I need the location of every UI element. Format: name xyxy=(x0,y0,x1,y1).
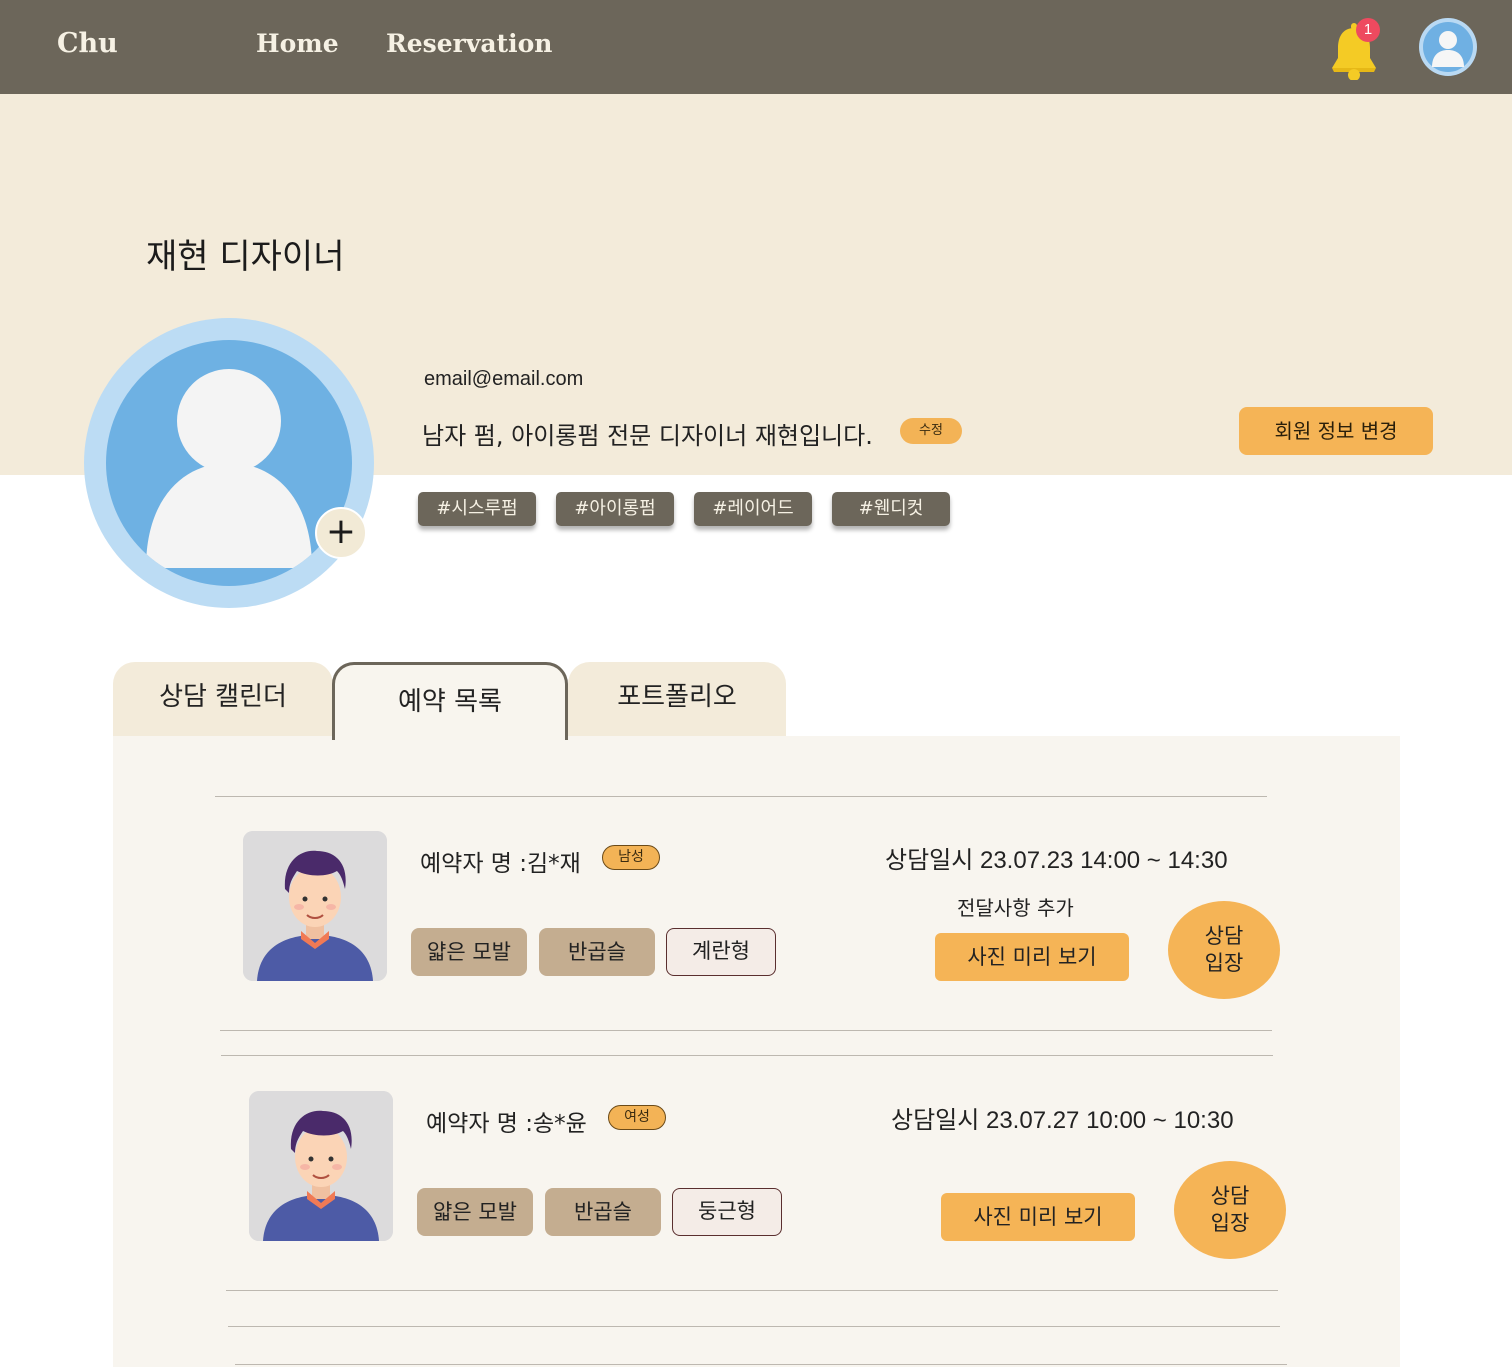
nav-home-link[interactable]: Home xyxy=(256,29,339,58)
profile-avatar-image xyxy=(84,318,374,608)
divider xyxy=(221,1055,1273,1056)
photo-preview-button[interactable]: 사진 미리 보기 xyxy=(935,933,1129,981)
hair-shape-chip: 반곱슬 xyxy=(539,928,655,976)
consultation-datetime: 상담일시 23.07.27 10:00 ~ 10:30 xyxy=(891,1107,1234,1134)
divider xyxy=(235,1364,1287,1365)
consultation-datetime: 상담일시 23.07.23 14:00 ~ 14:30 xyxy=(885,847,1228,874)
photo-preview-button[interactable]: 사진 미리 보기 xyxy=(941,1193,1135,1241)
gender-badge: 남성 xyxy=(602,845,660,870)
reservation-list-panel: 예약자 명 :김*재 남성 얇은 모발 반곱슬 계란형 상담일시 23.07.2… xyxy=(113,736,1400,1367)
designer-email: email@email.com xyxy=(424,368,584,390)
add-profile-photo-button[interactable]: + xyxy=(315,507,367,559)
enter-consultation-button[interactable]: 상담 입장 xyxy=(1168,901,1280,999)
customer-photo xyxy=(249,1091,393,1241)
divider xyxy=(228,1326,1280,1327)
hashtag-chip[interactable]: #레이어드 xyxy=(694,492,812,526)
hair-type-chip: 얇은 모발 xyxy=(411,928,527,976)
enter-consultation-button[interactable]: 상담 입장 xyxy=(1174,1161,1286,1259)
hair-type-chip: 얇은 모발 xyxy=(417,1188,533,1236)
edit-intro-button[interactable]: 수정 xyxy=(900,418,962,444)
customer-avatar-illustration xyxy=(249,1091,393,1241)
user-avatar-icon[interactable] xyxy=(1419,18,1477,76)
face-shape-chip: 둥근형 xyxy=(672,1188,782,1236)
tab-reservation-list[interactable]: 예약 목록 xyxy=(332,662,568,740)
enter-button-line1: 상담 xyxy=(1204,924,1244,948)
gender-badge: 여성 xyxy=(608,1105,666,1130)
enter-button-line2: 입장 xyxy=(1204,951,1244,975)
hashtag-chip[interactable]: #아이롱펌 xyxy=(556,492,674,526)
hair-shape-chip: 반곱슬 xyxy=(545,1188,661,1236)
hashtag-chip[interactable]: #시스루펌 xyxy=(418,492,536,526)
designer-introduction: 남자 펌, 아이롱펌 전문 디자이너 재현입니다. xyxy=(422,422,873,450)
nav-reservation-link[interactable]: Reservation xyxy=(386,29,552,58)
tab-consultation-calendar[interactable]: 상담 캘린더 xyxy=(113,662,333,736)
divider xyxy=(226,1290,1278,1291)
brand-logo[interactable]: Chu xyxy=(57,28,118,59)
customer-photo xyxy=(243,831,387,981)
customer-name: 예약자 명 :김*재 xyxy=(420,851,581,877)
notification-count-badge: 1 xyxy=(1356,18,1380,42)
divider xyxy=(220,1030,1272,1031)
face-shape-chip: 계란형 xyxy=(666,928,776,976)
tab-portfolio[interactable]: 포트폴리오 xyxy=(568,662,786,736)
customer-name: 예약자 명 :송*윤 xyxy=(426,1111,587,1137)
add-memo-link[interactable]: 전달사항 추가 xyxy=(957,892,1074,921)
designer-name-heading: 재현 디자이너 xyxy=(146,237,345,277)
hashtag-chip[interactable]: #웬디컷 xyxy=(832,492,950,526)
customer-avatar-illustration xyxy=(243,831,387,981)
edit-member-info-button[interactable]: 회원 정보 변경 xyxy=(1239,407,1433,455)
enter-button-line2: 입장 xyxy=(1210,1211,1250,1235)
divider xyxy=(215,796,1267,797)
enter-button-line1: 상담 xyxy=(1210,1184,1250,1208)
top-navigation-bar: Chu Home Reservation 1 xyxy=(0,0,1512,94)
